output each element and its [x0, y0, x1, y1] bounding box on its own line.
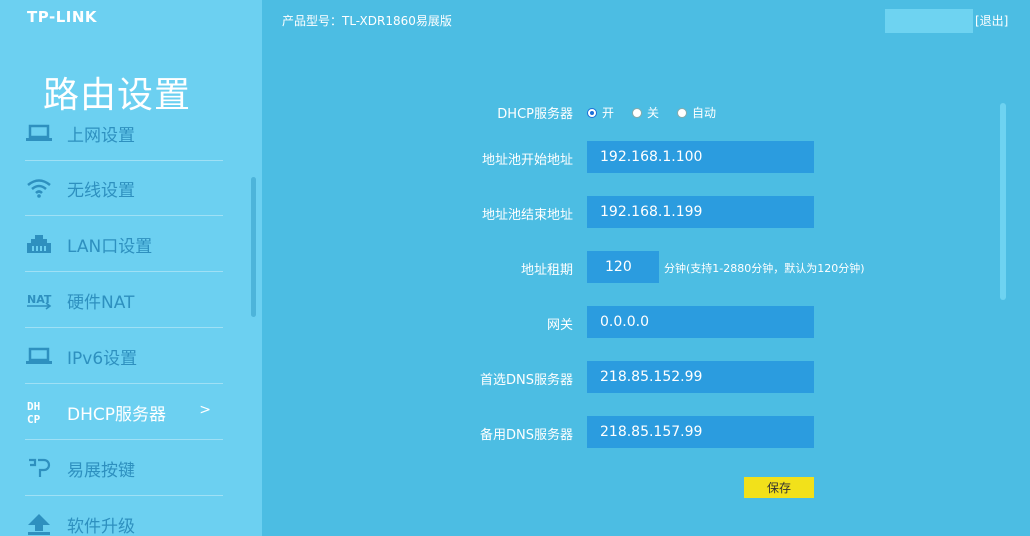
- sidebar: TP-LINK 路由设置 上网设置 无线设置 LAN口设置 NAT 硬件NAT …: [0, 0, 262, 536]
- dhcp-server-label: DHCP服务器: [497, 107, 573, 122]
- radio-unchecked[interactable]: [632, 107, 643, 118]
- radio-unchecked[interactable]: [677, 107, 688, 118]
- dhcp-radio-group: 开 关 自动: [587, 104, 728, 121]
- dns-primary-label: 首选DNS服务器: [480, 373, 573, 388]
- sidebar-item-ipv6[interactable]: IPv6设置: [25, 329, 223, 384]
- tp-link-logo: TP-LINK: [27, 8, 98, 26]
- sidebar-item-wireless[interactable]: 无线设置: [25, 161, 223, 216]
- product-model: 产品型号：TL-XDR1860易展版: [282, 14, 452, 28]
- wifi-icon: [25, 176, 53, 200]
- pool-start-label: 地址池开始地址: [481, 153, 573, 168]
- easy-expand-icon: [25, 456, 53, 480]
- lease-input[interactable]: 120: [587, 251, 659, 283]
- user-info-box: [885, 9, 973, 33]
- gateway-input[interactable]: 0.0.0.0: [587, 306, 814, 338]
- gateway-label: 网关: [546, 318, 573, 333]
- sidebar-item-dhcp[interactable]: DH CP DHCP服务器 >: [25, 385, 223, 440]
- pool-start-input[interactable]: 192.168.1.100: [587, 141, 814, 173]
- sidebar-item-internet[interactable]: 上网设置: [25, 106, 223, 161]
- sidebar-item-label: DHCP服务器: [67, 404, 166, 425]
- radio-checked[interactable]: [587, 107, 597, 118]
- dhcp-icon: DH CP: [25, 400, 53, 425]
- sidebar-item-label: 易展按键: [67, 460, 135, 481]
- sidebar-item-easy-expand[interactable]: 易展按键: [25, 441, 223, 496]
- save-button[interactable]: 保存: [744, 477, 814, 498]
- dhcp-radio-off[interactable]: 关: [632, 104, 659, 121]
- dhcp-radio-auto[interactable]: 自动: [677, 104, 716, 121]
- lease-label: 地址租期: [520, 263, 573, 278]
- dns-secondary-input[interactable]: 218.85.157.99: [587, 416, 814, 448]
- sidebar-item-lan[interactable]: LAN口设置: [25, 217, 223, 272]
- pool-end-input[interactable]: 192.168.1.199: [587, 196, 814, 228]
- laptop-icon: [25, 344, 53, 368]
- lan-port-icon: [25, 232, 53, 256]
- pool-end-label: 地址池结束地址: [481, 208, 573, 223]
- sidebar-item-label: IPv6设置: [67, 348, 138, 369]
- dns-primary-input[interactable]: 218.85.152.99: [587, 361, 814, 393]
- radio-label: 关: [647, 106, 660, 120]
- chevron-right-icon: >: [199, 402, 211, 418]
- sidebar-item-label: 上网设置: [67, 125, 135, 146]
- lease-hint: 分钟(支持1-2880分钟，默认为120分钟): [664, 262, 865, 275]
- sidebar-item-upgrade[interactable]: 软件升级: [25, 497, 223, 536]
- svg-text:DH: DH: [27, 400, 40, 413]
- nat-icon: NAT: [25, 288, 53, 312]
- logout-link[interactable]: [退出]: [975, 12, 1008, 29]
- sidebar-item-label: LAN口设置: [67, 236, 153, 257]
- upgrade-arrow-icon: [25, 512, 53, 536]
- dhcp-radio-on[interactable]: 开: [587, 104, 614, 121]
- radio-label: 开: [602, 106, 615, 120]
- main-scrollbar[interactable]: [1000, 103, 1006, 300]
- sidebar-item-label: 无线设置: [67, 180, 135, 201]
- dns-secondary-label: 备用DNS服务器: [480, 428, 573, 443]
- sidebar-item-label: 硬件NAT: [67, 292, 135, 313]
- laptop-icon: [25, 121, 53, 145]
- radio-label: 自动: [692, 106, 717, 120]
- svg-text:CP: CP: [27, 413, 41, 425]
- sidebar-item-label: 软件升级: [67, 516, 135, 536]
- sidebar-item-hardware-nat[interactable]: NAT 硬件NAT: [25, 273, 223, 328]
- sidebar-scrollbar[interactable]: [251, 177, 256, 317]
